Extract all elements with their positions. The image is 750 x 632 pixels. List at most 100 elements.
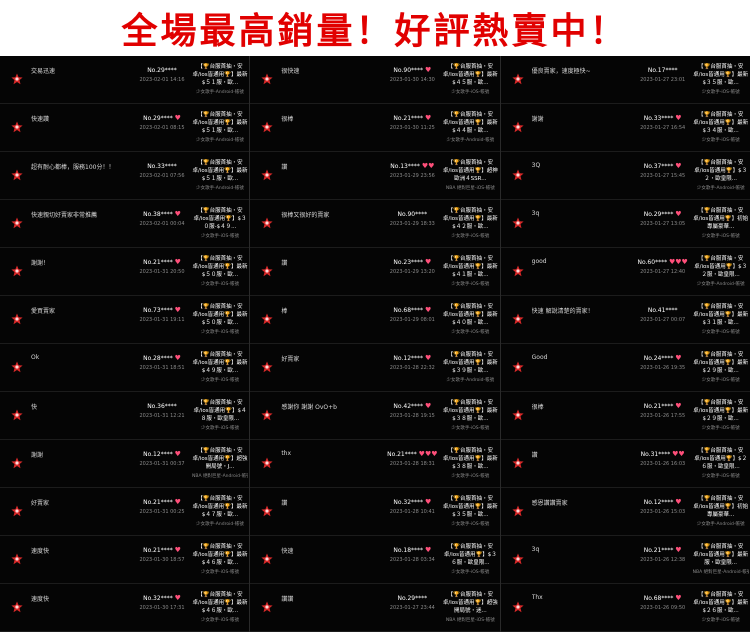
review-row[interactable]: 感謝你 謝謝 OvO+b No.42**** ♥ 2023-01-28 19:15 【… <box>250 392 500 440</box>
review-row[interactable]: 優良賣家，速度極快~ No.17**** 2023-01-27 23:01 【🏆台服… <box>500 56 750 104</box>
review-row[interactable]: 謝謝 No.33**** ♥ 2023-01-27 16:54 【🏆台服首抽・安卓/i… <box>500 104 750 152</box>
product-category: 少女歌手-Android-帳號 <box>196 90 244 95</box>
product-title[interactable]: 【🏆台服首抽・安卓/ios皆通用🏆】最新$３５服・歐... <box>442 495 498 519</box>
product-title[interactable]: 【🏆台服首抽・安卓/ios皆通用🏆】初始專屬豪華... <box>693 495 749 519</box>
heart-icon: ♥♥ <box>672 450 685 458</box>
review-row[interactable]: 棒 No.68**** ♥ 2023-01-29 08:01 【🏆台服首抽・安卓/io… <box>250 296 500 344</box>
review-row[interactable]: good No.60**** ♥♥♥ 2023-01-27 12:40 【🏆台服首抽・… <box>500 248 750 296</box>
review-row[interactable]: 很快速 No.90**** ♥ 2023-01-30 14:30 【🏆台服首抽・安卓/… <box>250 56 500 104</box>
product-title[interactable]: 【🏆台服首抽・安卓/ios皆通用🏆】最新$４５服・歐... <box>442 63 498 87</box>
red-star-badge-icon <box>261 118 273 133</box>
product-title[interactable]: 【🏆台服首抽・安卓/ios皆通用🏆】最新$５１服・歐... <box>192 159 248 183</box>
review-row[interactable]: 讚 No.32**** ♥ 2023-01-28 10:41 【🏆台服首抽・安卓/io… <box>250 488 500 536</box>
review-row[interactable]: 很棒 No.21**** ♥ 2023-01-30 11:25 【🏆台服首抽・安卓/i… <box>250 104 500 152</box>
review-row[interactable]: 快速 No.18**** ♥ 2023-01-28 03:34 【🏆台服首抽・安卓/i… <box>250 536 500 584</box>
product-category: 少女歌手-iOS-帳號 <box>701 618 740 623</box>
product-category: 少女歌手-iOS-帳號 <box>201 378 239 383</box>
review-row[interactable]: 交易迅速 No.29**** 2023-02-01 14:16 【🏆台服首抽・安卓/… <box>0 56 250 104</box>
review-row[interactable]: 愛買賣家 No.73**** ♥ 2023-01-31 19:11 【🏆台服首抽・安卓… <box>0 296 250 344</box>
review-row[interactable]: 讚 No.23**** ♥ 2023-01-29 13:20 【🏆台服首抽・安卓/io… <box>250 248 500 296</box>
product-title[interactable]: 【🏆台服首抽・安卓/ios皆通用🏆】最新$４４服・歐... <box>442 111 498 135</box>
product-title[interactable]: 【🏆台服首抽・安卓/ios皆通用🏆】最新$５０服・歐... <box>192 255 248 279</box>
red-star-badge-icon <box>261 70 273 85</box>
review-row[interactable]: 快速讚 No.29**** ♥ 2023-02-01 08:15 【🏆台服首抽・安卓/… <box>0 104 250 152</box>
review-row[interactable]: 好賣家 No.21**** ♥ 2023-01-31 00:25 【🏆台服首抽・安卓/… <box>0 488 250 536</box>
buyer-number: No.37**** <box>643 163 674 170</box>
buyer-number: No.18**** <box>393 547 424 554</box>
review-comment: 快速讚 <box>31 116 50 123</box>
review-row[interactable]: 快速親切好賣家非常推薦 No.38**** ♥ 2023-02-01 00:04 【🏆… <box>0 200 250 248</box>
product-title[interactable]: 【🏆台服首抽・安卓/ios皆通用🏆】最新$２９服・歐... <box>693 399 749 423</box>
buyer-number: No.60**** <box>637 259 668 266</box>
product-title[interactable]: 【🏆台服首抽・安卓/ios皆通用🏆】最新$４６服・歐... <box>192 543 248 567</box>
product-title[interactable]: 【🏆台服首抽・安卓/ios皆通用🏆】最新$３９服・歐... <box>442 351 498 375</box>
heart-icon: ♥ <box>174 114 181 122</box>
product-title[interactable]: 【🏆台服首抽・安卓/ios皆通用🏆】超強開局號・迷... <box>442 591 498 615</box>
red-star-badge-icon <box>512 550 524 565</box>
product-title[interactable]: 【🏆台服首抽・安卓/ios皆通用🏆】$３２服・歐皇限... <box>693 255 749 279</box>
review-comment: 讚 <box>531 452 538 459</box>
product-title[interactable]: 【🏆台服首抽・安卓/ios皆通用🏆】最新$５０服・歐... <box>192 303 248 327</box>
review-row[interactable]: 讚讚 No.29**** 2023-01-27 23:44 【🏆台服首抽・安卓/io… <box>250 584 500 632</box>
review-row[interactable]: 3q No.29**** ♥ 2023-01-27 13:05 【🏆台服首抽・安卓/i… <box>500 200 750 248</box>
red-star-badge-icon <box>512 166 524 181</box>
review-comment: 快速 解說清楚的賣家！ <box>531 308 594 315</box>
product-title[interactable]: 【🏆台服首抽・安卓/ios皆通用🏆】最新$４０服・歐... <box>442 303 498 327</box>
review-row[interactable]: 讚 No.31**** ♥♥ 2023-01-26 16:03 【🏆台服首抽・安卓/i… <box>500 440 750 488</box>
product-title[interactable]: 【🏆台服首抽・安卓/ios皆通用🏆】最新$３４服・歐... <box>693 111 749 135</box>
review-row[interactable]: 速度快 No.21**** ♥ 2023-01-30 18:57 【🏆台服首抽・安卓/… <box>0 536 250 584</box>
red-star-badge-icon <box>512 598 524 613</box>
product-title[interactable]: 【🏆台服首抽・安卓/ios皆通用🏆】最新$４６服・歐... <box>192 591 248 615</box>
review-row[interactable]: thx No.21**** ♥♥♥ 2023-01-28 18:31 【🏆台服首抽・安… <box>250 440 500 488</box>
product-title[interactable]: 【🏆台服首抽・安卓/ios皆通用🏆】$４８服・歐皇限... <box>192 399 248 423</box>
review-row[interactable]: 很棒又很好的賣家 No.90**** 2023-01-29 18:33 【🏆台服首抽… <box>250 200 500 248</box>
review-comment: 速度快 <box>31 596 50 603</box>
product-title[interactable]: 【🏆台服首抽・安卓/ios皆通用🏆】最新$４１服・歐... <box>442 255 498 279</box>
review-row[interactable]: 超有耐心都棒，服務100分！！ No.33**** 2023-02-01 07:5… <box>0 152 250 200</box>
review-row[interactable]: 讚 No.13**** ♥♥ 2023-01-29 23:56 【🏆台服首抽・安卓/i… <box>250 152 500 200</box>
buyer-number: No.24**** <box>643 355 674 362</box>
product-title[interactable]: 【🏆台服首抽・安卓/ios皆通用🏆】最新$４９服・歐... <box>192 351 248 375</box>
product-title[interactable]: 【🏆台服首抽・安卓/ios皆通用🏆】最新$２９服・歐... <box>693 351 749 375</box>
review-row[interactable]: 3q No.21**** ♥ 2023-01-26 12:38 【🏆台服首抽・安卓/i… <box>500 536 750 584</box>
red-star-badge-icon <box>11 406 23 421</box>
review-row[interactable]: 謝謝！ No.21**** ♥ 2023-01-31 20:50 【🏆台服首抽・安卓/… <box>0 248 250 296</box>
review-row[interactable]: 好賣家 No.12**** ♥ 2023-01-28 22:32 【🏆台服首抽・安卓/… <box>250 344 500 392</box>
review-row[interactable]: Good No.24**** ♥ 2023-01-26 19:35 【🏆台服首抽・安卓… <box>500 344 750 392</box>
heart-icon: ♥ <box>675 354 682 362</box>
product-category: NBA 絕對巨星-Android-帳號 <box>692 570 749 575</box>
product-title[interactable]: 【🏆台服首抽・安卓/ios皆通用🏆】$３０服-$４９... <box>192 207 248 231</box>
product-title[interactable]: 【🏆台服首抽・安卓/ios皆通用🏆】初始專屬豪華... <box>693 207 749 231</box>
product-title[interactable]: 【🏆台服首抽・安卓/ios皆通用🏆】$３２・歐皇限... <box>693 159 749 183</box>
heart-icon: ♥ <box>174 306 181 314</box>
red-star-badge-icon <box>512 358 524 373</box>
review-row[interactable]: 快速 解說清楚的賣家！ No.41**** 2023-01-27 00:07 【🏆台… <box>500 296 750 344</box>
red-star-badge-icon <box>512 454 524 469</box>
review-row[interactable]: 謝謝 No.12**** ♥ 2023-01-31 00:37 【🏆台服首抽・安卓/i… <box>0 440 250 488</box>
product-title[interactable]: 【🏆台服首抽・安卓/ios皆通用🏆】最新$２６服・歐... <box>693 591 749 615</box>
product-title[interactable]: 【🏆台服首抽・安卓/ios皆通用🏆】最新$３８服・歐... <box>442 447 498 471</box>
product-title[interactable]: 【🏆台服首抽・安卓/ios皆通用🏆】最新$３８服・歐... <box>442 399 498 423</box>
product-title[interactable]: 【🏆台服首抽・安卓/ios皆通用🏆】最新$４７服・歐... <box>192 495 248 519</box>
product-title[interactable]: 【🏆台服首抽・安卓/ios皆通用🏆】超神歐洲４SSR... <box>442 159 498 183</box>
review-row[interactable]: 感恩讚讚賣家 No.12**** ♥ 2023-01-26 15:03 【🏆台服首抽・… <box>500 488 750 536</box>
heart-icon: ♥ <box>424 546 432 554</box>
product-title[interactable]: 【🏆台服首抽・安卓/ios皆通用🏆】最新服・歐皇限... <box>693 543 749 567</box>
product-title[interactable]: 【🏆台服首抽・安卓/ios皆通用🏆】最新$５１服・歐... <box>192 63 248 87</box>
product-title[interactable]: 【🏆台服首抽・安卓/ios皆通用🏆】最新$４２服・歐... <box>442 207 498 231</box>
review-row[interactable]: Thx No.68**** ♥ 2023-01-26 09:50 【🏆台服首抽・安卓/… <box>500 584 750 632</box>
product-title[interactable]: 【🏆台服首抽・安卓/ios皆通用🏆】超強開局號・J... <box>192 447 248 471</box>
review-row[interactable]: 速度快 No.32**** ♥ 2023-01-30 17:31 【🏆台服首抽・安卓/… <box>0 584 250 632</box>
review-row[interactable]: 很棒 No.21**** ♥ 2023-01-26 17:55 【🏆台服首抽・安卓/i… <box>500 392 750 440</box>
red-star-badge-icon <box>261 406 273 421</box>
product-title[interactable]: 【🏆台服首抽・安卓/ios皆通用🏆】最新$３５服・歐... <box>693 63 749 87</box>
product-title[interactable]: 【🏆台服首抽・安卓/ios皆通用🏆】最新$３１服・歐... <box>693 303 749 327</box>
buyer-number: No.28**** <box>143 355 173 362</box>
buyer-number: No.42**** <box>393 403 424 410</box>
review-row[interactable]: 快 No.36**** 2023-01-31 12:21 【🏆台服首抽・安卓/ios… <box>0 392 250 440</box>
product-title[interactable]: 【🏆台服首抽・安卓/ios皆通用🏆】$２６服・歐皇限... <box>693 447 749 471</box>
review-row[interactable]: 3Q No.37**** ♥ 2023-01-27 15:45 【🏆台服首抽・安卓/i… <box>500 152 750 200</box>
product-title[interactable]: 【🏆台服首抽・安卓/ios皆通用🏆】最新$５１服・歐... <box>192 111 248 135</box>
product-title[interactable]: 【🏆台服首抽・安卓/ios皆通用🏆】$３６服・歐皇限... <box>442 543 498 567</box>
review-row[interactable]: Ok No.28**** ♥ 2023-01-31 18:51 【🏆台服首抽・安卓/i… <box>0 344 250 392</box>
